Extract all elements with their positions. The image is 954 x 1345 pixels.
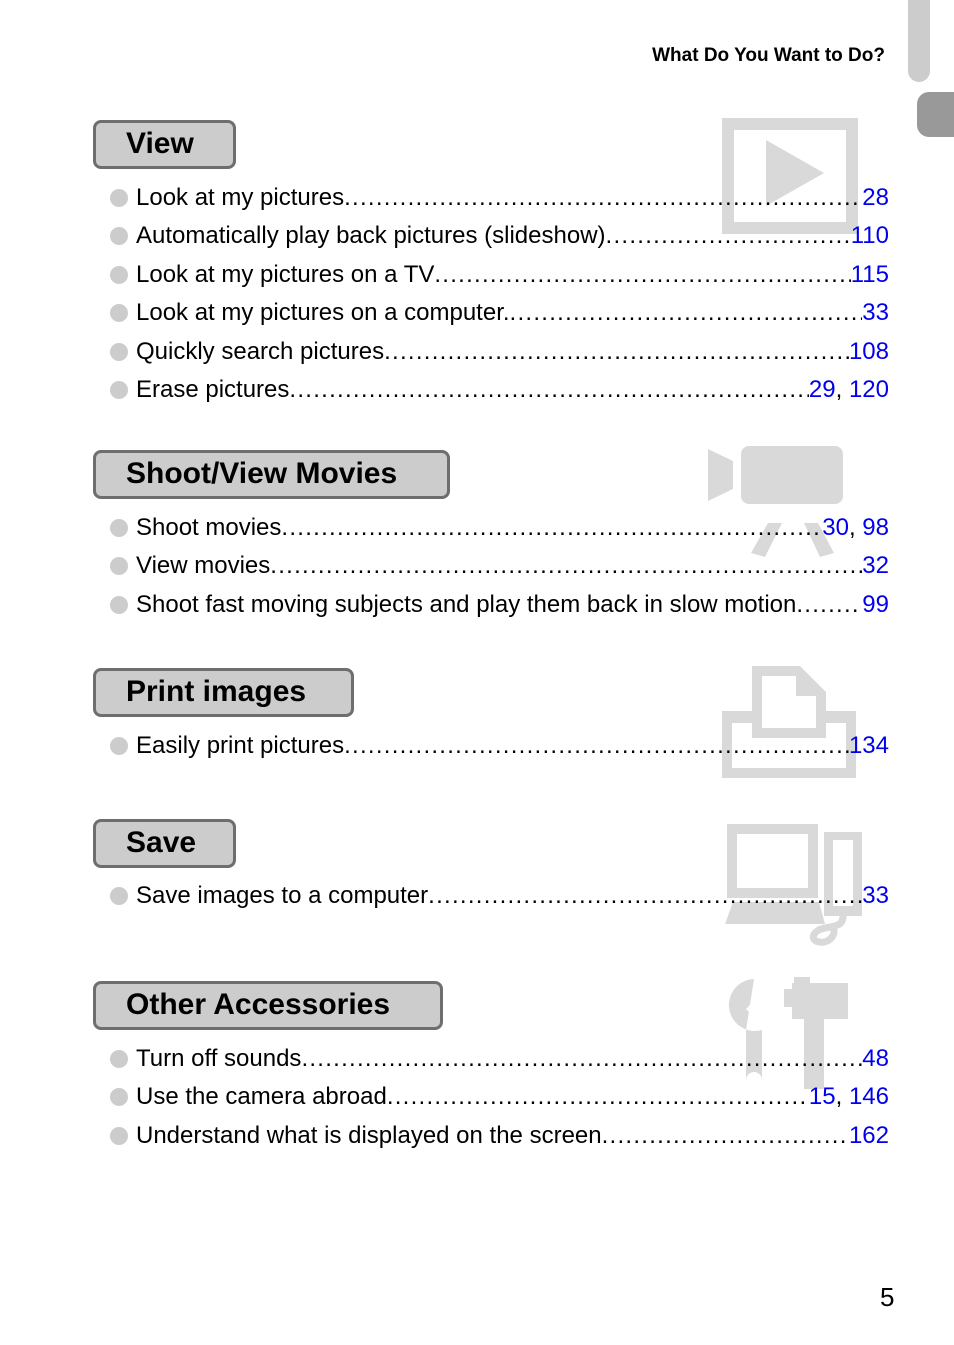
page-link[interactable]: 28 <box>862 184 889 211</box>
dot-leader <box>344 731 849 761</box>
bullet-icon <box>110 519 128 537</box>
chapter-tab-marker <box>917 92 954 137</box>
list-item: View movies 32 <box>110 551 889 581</box>
bullet-icon <box>110 304 128 322</box>
list-item: Quickly search pictures 108 <box>110 337 889 367</box>
bullet-icon <box>110 381 128 399</box>
page-link[interactable]: 134 <box>849 732 889 759</box>
running-header: What Do You Want to Do? <box>652 45 885 66</box>
dot-leader <box>301 1044 862 1074</box>
list-item: Easily print pictures 134 <box>110 731 889 761</box>
dot-leader <box>270 551 862 581</box>
dot-leader <box>384 337 849 367</box>
list-item: Look at my pictures on a computer. 33 <box>110 298 889 328</box>
list-item: Look at my pictures on a TV 115 <box>110 260 889 290</box>
entry-label: Quickly search pictures <box>136 338 385 365</box>
chapter-tab-top <box>908 0 930 82</box>
page-link[interactable]: 15 <box>809 1083 836 1110</box>
bullet-icon <box>110 887 128 905</box>
page-link[interactable]: 146 <box>849 1083 889 1110</box>
list-item: Turn off sounds 48 <box>110 1044 889 1074</box>
dot-leader <box>344 183 862 213</box>
printer-icon <box>722 666 856 778</box>
bullet-icon <box>110 227 128 245</box>
page-link[interactable]: 29 <box>809 376 836 403</box>
bullet-icon <box>110 343 128 361</box>
bullet-icon <box>110 596 128 614</box>
play-icon <box>722 118 858 234</box>
page-link[interactable]: 32 <box>862 552 889 579</box>
list-item: Automatically play back pictures (slides… <box>110 221 889 251</box>
list-item: Understand what is displayed on the scre… <box>110 1121 889 1151</box>
bullet-icon <box>110 737 128 755</box>
dot-leader <box>606 221 851 251</box>
dot-leader <box>387 1082 809 1112</box>
dot-leader <box>510 298 863 328</box>
entry-label: Save images to a computer <box>136 882 429 909</box>
dot-leader <box>289 375 809 405</box>
page-link[interactable]: 48 <box>862 1045 889 1072</box>
entry-label: Use the camera abroad <box>136 1083 387 1110</box>
page-link[interactable]: 120 <box>849 376 889 403</box>
entry-label: Automatically play back pictures (slides… <box>136 222 606 249</box>
entry-label: Erase pictures <box>136 376 290 403</box>
page-separator: , <box>835 1083 849 1110</box>
entry-label: View movies <box>136 552 271 579</box>
dot-leader <box>796 590 862 620</box>
page-link[interactable]: 30 <box>822 514 849 541</box>
list-item: Shoot movies 30, 98 <box>110 513 889 543</box>
list-item: Shoot fast moving subjects and play them… <box>110 590 889 620</box>
page-link[interactable]: 108 <box>849 338 889 365</box>
dot-leader <box>428 881 862 911</box>
list-item: Look at my pictures 28 <box>110 183 889 213</box>
bullet-icon <box>110 557 128 575</box>
bullet-icon <box>110 1050 128 1068</box>
dot-leader <box>434 260 850 290</box>
entry-label: Look at my pictures on a computer. <box>136 299 510 326</box>
list-item: Save images to a computer 33 <box>110 881 889 911</box>
entry-label: Turn off sounds <box>136 1045 302 1072</box>
entry-label: Look at my pictures <box>136 184 345 211</box>
list-item: Use the camera abroad 15, 146 <box>110 1082 889 1112</box>
page-separator: , <box>835 376 849 403</box>
section-header: Print images <box>93 668 354 717</box>
bullet-icon <box>110 1088 128 1106</box>
page-separator: , <box>848 514 863 541</box>
entry-label: Understand what is displayed on the scre… <box>136 1122 602 1149</box>
bullet-icon <box>110 1127 128 1145</box>
entry-label: Look at my pictures on a TV <box>136 261 435 288</box>
entry-label: Shoot movies <box>136 514 282 541</box>
dot-leader <box>602 1121 849 1151</box>
entry-label: Easily print pictures <box>136 732 345 759</box>
bullet-icon <box>110 266 128 284</box>
dot-leader <box>281 513 822 543</box>
page-number: 5 <box>880 1282 895 1312</box>
page-link[interactable]: 33 <box>862 299 889 326</box>
entry-label: Shoot fast moving subjects and play them… <box>136 591 797 618</box>
bullet-icon <box>110 189 128 207</box>
page-link[interactable]: 33 <box>862 882 889 909</box>
section-header: View <box>93 120 236 169</box>
page-link[interactable]: 162 <box>849 1122 889 1149</box>
section-header: Shoot/View Movies <box>93 450 450 499</box>
list-item: Erase pictures 29, 120 <box>110 375 889 405</box>
section-header: Other Accessories <box>93 981 443 1030</box>
page-link[interactable]: 110 <box>851 222 889 249</box>
page-link[interactable]: 99 <box>862 591 889 618</box>
page-link[interactable]: 115 <box>851 261 889 288</box>
section-header: Save <box>93 819 236 868</box>
page-link[interactable]: 98 <box>862 514 889 541</box>
